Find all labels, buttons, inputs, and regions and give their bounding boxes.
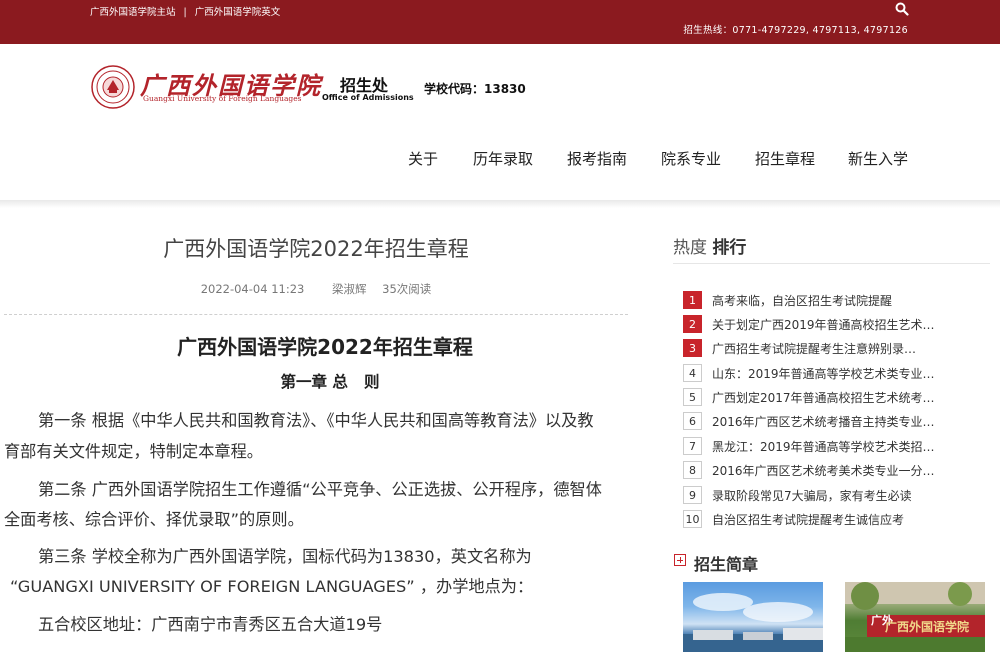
rank-title-link[interactable]: 关于划定广西2019年普通高校招生艺术… bbox=[712, 316, 947, 333]
hot-label: 热度 bbox=[673, 238, 707, 258]
nav-departments-majors[interactable]: 院系专业 bbox=[661, 148, 721, 169]
paragraph-line: 全面考核、综合评价、择优录取”的原则。 bbox=[4, 510, 304, 529]
rank-title-link[interactable]: 广西划定2017年普通高校招生艺术统考… bbox=[712, 389, 947, 406]
article-divider bbox=[4, 314, 628, 315]
list-item[interactable]: 2 关于划定广西2019年普通高校招生艺术… bbox=[683, 314, 983, 334]
nav-application-guide[interactable]: 报考指南 bbox=[567, 148, 627, 169]
plus-square-icon[interactable] bbox=[674, 554, 686, 566]
rank-number: 4 bbox=[683, 364, 702, 382]
campus-photo-thumbnail[interactable] bbox=[683, 582, 823, 652]
admission-brochure-heading[interactable]: 招生简章 bbox=[694, 551, 758, 575]
rank-number: 8 bbox=[683, 461, 702, 479]
link-english-site[interactable]: 广西外国语学院英文 bbox=[195, 7, 281, 18]
list-item[interactable]: 7 黑龙江：2019年普通高等学校艺术类招… bbox=[683, 436, 983, 456]
university-name-english: Guangxi University of Foreign Languages bbox=[143, 94, 302, 103]
hot-ranking-heading: 热度 排行 bbox=[673, 233, 746, 258]
list-item[interactable]: 5 广西划定2017年普通高校招生艺术统考… bbox=[683, 387, 983, 407]
office-name-english: Office of Admissions bbox=[322, 93, 414, 102]
document-title: 广西外国语学院2022年招生章程 bbox=[177, 335, 473, 359]
rank-title-link[interactable]: 广西招生考试院提醒考生注意辨别录… bbox=[712, 340, 947, 357]
nav-admission-rules[interactable]: 招生章程 bbox=[755, 148, 815, 169]
paragraph-line: 育部有关文件规定，特制定本章程。 bbox=[4, 442, 263, 461]
rank-title-link[interactable]: 自治区招生考试院提醒考生诚信应考 bbox=[712, 511, 947, 528]
paragraph-line: 第三条 学校全称为广西外国语学院，国标代码为13830，英文名称为 bbox=[38, 547, 532, 566]
paragraph-line: 五合校区地址：广西南宁市青秀区五合大道19号 bbox=[38, 615, 383, 634]
top-link-separator: | bbox=[183, 7, 187, 18]
rank-number: 5 bbox=[683, 388, 702, 406]
rank-number: 10 bbox=[683, 510, 702, 528]
link-main-site[interactable]: 广西外国语学院主站 bbox=[90, 7, 176, 18]
rank-title-link[interactable]: 2016年广西区艺术统考播音主持类专业… bbox=[712, 413, 947, 430]
list-item[interactable]: 1 高考来临，自治区招生考试院提醒 bbox=[683, 290, 983, 310]
article-date: 2022-04-04 11:23 bbox=[200, 282, 305, 296]
nav-about[interactable]: 关于 bbox=[408, 148, 438, 169]
rank-title-link[interactable]: 高考来临，自治区招生考试院提醒 bbox=[712, 292, 947, 309]
campus-sign-text: 广西外国语学院 bbox=[885, 620, 970, 634]
campus-sign-thumbnail[interactable]: 广外 广西外国语学院 bbox=[845, 582, 985, 652]
chapter-heading: 第一章 总 则 bbox=[280, 373, 380, 391]
header-shadow bbox=[0, 200, 1000, 208]
list-item[interactable]: 9 录取阶段常见7大骗局，家有考生必读 bbox=[683, 485, 983, 505]
list-item[interactable]: 4 山东：2019年普通高等学校艺术类专业… bbox=[683, 363, 983, 383]
rank-label: 排行 bbox=[712, 238, 747, 258]
nav-freshman-enrollment[interactable]: 新生入学 bbox=[848, 148, 908, 169]
paragraph-line: 第一条 根据《中华人民共和国教育法》、《中华人民共和国高等教育法》以及教 bbox=[38, 411, 594, 430]
rank-number: 9 bbox=[683, 486, 702, 504]
site-header: 广西外国语学院 Guangxi University of Foreign La… bbox=[0, 44, 1000, 200]
article-views: 35次阅读 bbox=[382, 282, 432, 296]
sidebar-divider bbox=[673, 263, 990, 264]
university-seal-icon[interactable] bbox=[91, 65, 135, 109]
school-code: 学校代码：13830 bbox=[424, 82, 526, 96]
nav-past-admissions[interactable]: 历年录取 bbox=[473, 148, 533, 169]
main-nav: 关于 历年录取 报考指南 院系专业 招生章程 新生入学 bbox=[0, 148, 1000, 172]
rank-number: 7 bbox=[683, 437, 702, 455]
article-meta: 2022-04-04 11:23 梁淑辉 35次阅读 bbox=[0, 281, 632, 297]
list-item[interactable]: 8 2016年广西区艺术统考美术类专业一分… bbox=[683, 460, 983, 480]
rank-title-link[interactable]: 山东：2019年普通高等学校艺术类专业… bbox=[712, 365, 947, 382]
rank-title-link[interactable]: 黑龙江：2019年普通高等学校艺术类招… bbox=[712, 438, 947, 455]
rank-number: 2 bbox=[683, 315, 702, 333]
top-links: 广西外国语学院主站 | 广西外国语学院英文 bbox=[90, 4, 280, 18]
campus-building-photo bbox=[683, 593, 823, 652]
list-item[interactable]: 6 2016年广西区艺术统考播音主持类专业… bbox=[683, 411, 983, 431]
paragraph-line: “GUANGXI UNIVERSITY OF FOREIGN LANGUAGES… bbox=[10, 577, 534, 596]
article-author: 梁淑辉 bbox=[332, 282, 367, 296]
top-bar: 广西外国语学院主站 | 广西外国语学院英文 招生热线：0771-4797229, 4… bbox=[0, 0, 1000, 44]
search-icon[interactable] bbox=[895, 2, 909, 16]
rank-number: 1 bbox=[683, 291, 702, 309]
rank-title-link[interactable]: 2016年广西区艺术统考美术类专业一分… bbox=[712, 462, 947, 479]
list-item[interactable]: 10 自治区招生考试院提醒考生诚信应考 bbox=[683, 509, 983, 529]
paragraph-line: 第二条 广西外国语学院招生工作遵循“公平竞争、公正选拔、公开程序，德智体 bbox=[38, 480, 602, 499]
admissions-hotline: 招生热线：0771-4797229, 4797113, 4797126 bbox=[683, 25, 908, 36]
rank-number: 3 bbox=[683, 339, 702, 357]
list-item[interactable]: 3 广西招生考试院提醒考生注意辨别录… bbox=[683, 338, 983, 358]
rank-title-link[interactable]: 录取阶段常见7大骗局，家有考生必读 bbox=[712, 487, 947, 504]
article-title: 广西外国语学院2022年招生章程 bbox=[163, 237, 469, 261]
rank-number: 6 bbox=[683, 412, 702, 430]
